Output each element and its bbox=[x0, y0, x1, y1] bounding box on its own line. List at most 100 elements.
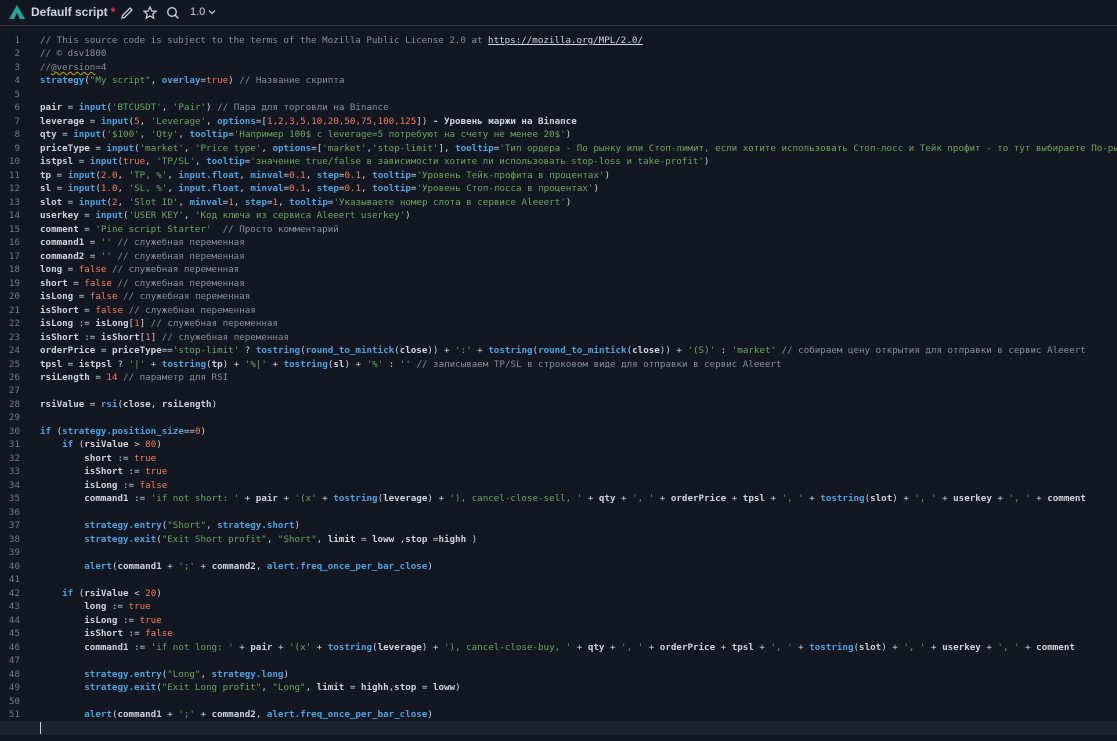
line-number: 22 bbox=[8, 318, 20, 330]
star-icon[interactable] bbox=[142, 5, 158, 21]
code-line[interactable]: isShort := isShort[1] // служебная перем… bbox=[40, 331, 289, 345]
code-token: tooltip bbox=[289, 196, 328, 208]
code-line[interactable]: pair = input('BTCUSDT', 'Pair') // Пара … bbox=[40, 101, 389, 115]
code-line[interactable]: command1 := 'if not long: ' + pair + '(x… bbox=[40, 641, 1075, 655]
code-token: ( bbox=[51, 425, 63, 437]
code-line[interactable]: strategy.exit("Exit Long profit", "Long"… bbox=[40, 681, 460, 695]
code-line[interactable]: tp = input(2.0, 'TP, %', input.float, mi… bbox=[40, 169, 610, 183]
code-line[interactable]: priceType = input('market', 'Price type'… bbox=[40, 142, 1117, 156]
code-token: // записываем TP/SL в строковом виде для… bbox=[416, 358, 782, 370]
code-line[interactable]: isLong := false bbox=[40, 479, 167, 493]
code-line[interactable]: if (rsiValue > 80) bbox=[40, 438, 162, 452]
code-line[interactable]: strategy("My script", overlay=true) // Н… bbox=[40, 74, 344, 88]
line-number: 10 bbox=[8, 156, 20, 168]
line-number: 15 bbox=[8, 223, 20, 235]
code-line[interactable]: long = false // служебная переменная bbox=[40, 263, 239, 277]
code-line[interactable]: qty = input('$100', 'Qty', tooltip='Напр… bbox=[40, 128, 571, 142]
code-token: : bbox=[715, 345, 732, 357]
code-line[interactable]: command1 := 'if not short: ' + pair + '(… bbox=[40, 492, 1086, 506]
code-line[interactable]: isLong := isLong[1] // служебная перемен… bbox=[40, 317, 278, 331]
code-line[interactable]: //@version=4 bbox=[40, 61, 106, 75]
code-link[interactable]: https://mozilla.org/MPL/2.0/ bbox=[488, 35, 643, 46]
line-number: 3 bbox=[14, 61, 20, 73]
code-token: == bbox=[161, 345, 173, 357]
code-token: := bbox=[73, 318, 96, 330]
code-token: strategy.position_size bbox=[62, 425, 184, 437]
code-line[interactable]: if (strategy.position_size==0) bbox=[40, 425, 206, 439]
code-token: = bbox=[73, 291, 90, 303]
code-token: , bbox=[239, 183, 251, 195]
code-token: 1,2,3,5,10,20,50,75,100,125 bbox=[266, 115, 417, 127]
code-token: isLong bbox=[84, 479, 118, 491]
code-token: // параметр для RSI bbox=[123, 372, 229, 383]
code-line[interactable]: comment = 'Pine script Starter' // Прост… bbox=[40, 223, 339, 237]
code-token: + bbox=[161, 709, 179, 720]
code-token: ) + bbox=[344, 358, 367, 370]
code-line[interactable]: tpsl = istpsl ? '|' + tostring(tp) + '%|… bbox=[40, 358, 782, 372]
code-line[interactable]: strategy.exit("Exit Short profit", "Shor… bbox=[40, 533, 477, 547]
code-token: = bbox=[84, 250, 101, 262]
code-token: = bbox=[51, 183, 68, 195]
code-line[interactable]: if (rsiValue < 20) bbox=[40, 587, 162, 601]
code-token: '|' bbox=[128, 358, 146, 370]
version-dropdown[interactable]: 1.0 bbox=[190, 6, 216, 18]
code-line[interactable]: command2 = '' // служебная переменная bbox=[40, 250, 245, 264]
code-token: 'Код ключа из сервиса Aleeert userkey' bbox=[194, 210, 406, 222]
code-token: false bbox=[78, 264, 107, 276]
code-token: + bbox=[803, 493, 821, 505]
code-token: if bbox=[62, 439, 74, 451]
code-line[interactable]: isShort = false // служебная переменная bbox=[40, 304, 256, 318]
code-token: ) bbox=[565, 196, 572, 208]
code-line[interactable]: sl = input(1.0, 'SL, %', input.float, mi… bbox=[40, 182, 599, 196]
code-line[interactable]: isLong = false // служебная переменная bbox=[40, 290, 250, 304]
code-line[interactable]: // This source code is subject to the te… bbox=[40, 34, 643, 48]
code-line[interactable]: short := true bbox=[40, 452, 156, 466]
search-icon[interactable] bbox=[165, 5, 181, 21]
code-token: 'Например 100$ с leverage=5 потребуют на… bbox=[233, 129, 566, 141]
code-token: ) bbox=[427, 560, 433, 572]
code-line[interactable]: command1 = '' // служебная переменная bbox=[40, 236, 245, 250]
code-token: pair bbox=[250, 641, 273, 653]
code-line[interactable]: orderPrice = priceType=='stop-limit' ? t… bbox=[40, 344, 1086, 358]
code-line[interactable]: alert(command1 + ';' + command2, alert.f… bbox=[40, 708, 433, 722]
code-line[interactable]: // © dsv1800 bbox=[40, 47, 106, 61]
code-token: , bbox=[305, 682, 317, 694]
code-line[interactable]: slot = input(2, 'Slot ID', minval=1, ste… bbox=[40, 196, 571, 210]
code-line[interactable]: rsiLength = 14 // параметр для RSI bbox=[40, 371, 228, 385]
code-line[interactable]: strategy.entry("Long", strategy.long) bbox=[40, 668, 289, 682]
code-token: = bbox=[62, 264, 79, 276]
code-line[interactable]: leverage = input(5, 'Leverage', options=… bbox=[40, 115, 577, 129]
code-line[interactable]: isShort := true bbox=[40, 465, 167, 479]
code-line[interactable]: userkey = input('USER KEY', 'Код ключа и… bbox=[40, 209, 411, 223]
code-line[interactable]: rsiValue = rsi(close, rsiLength) bbox=[40, 398, 217, 412]
code-token: 0.1 bbox=[289, 169, 306, 181]
pencil-icon[interactable] bbox=[119, 5, 135, 21]
code-token: + bbox=[715, 641, 732, 653]
code-editor[interactable]: 1 2 3 4 5 6 7 8 9 10 11 12 13 14 15 16 17 18 19 20 21 22 23 24 2… bbox=[0, 27, 1117, 741]
code-token: , bbox=[239, 169, 251, 181]
code-token: highh bbox=[438, 533, 467, 545]
code-token: 'Указываете номер слота в сервисе Aleeer… bbox=[333, 196, 566, 208]
code-line[interactable]: alert(command1 + ';' + command2, alert.f… bbox=[40, 560, 433, 574]
code-token: 'Leverage' bbox=[150, 115, 207, 127]
version-label: 1.0 bbox=[190, 6, 206, 18]
code-line[interactable]: isLong := true bbox=[40, 614, 161, 628]
code-token: , bbox=[361, 183, 373, 195]
code-token: ) + bbox=[881, 641, 904, 653]
code-token: ) bbox=[156, 439, 162, 451]
code-token: + bbox=[654, 493, 671, 505]
code-token: false bbox=[145, 628, 173, 640]
code-line[interactable]: isShort := false bbox=[40, 627, 173, 641]
code-token: "Long" bbox=[167, 668, 201, 680]
code-line[interactable]: short = false // служебная переменная bbox=[40, 277, 245, 291]
code-token: = bbox=[89, 142, 107, 154]
code-line[interactable]: strategy.entry("Short", strategy.short) bbox=[40, 519, 300, 533]
script-title[interactable]: Defaulf script * bbox=[31, 5, 115, 19]
code-line[interactable]: long := true bbox=[40, 600, 150, 614]
code-token: 0.1 bbox=[344, 183, 362, 195]
line-number: 27 bbox=[8, 385, 20, 397]
code-line[interactable]: istpsl = input(true, 'TP/SL', tooltip='з… bbox=[40, 155, 709, 169]
code-token: , bbox=[361, 169, 373, 181]
